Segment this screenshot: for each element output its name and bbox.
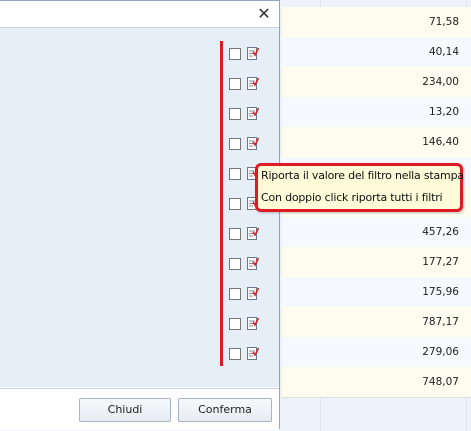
dialog-footer: Chiudi Conferma (0, 388, 279, 430)
print-filter-row (229, 316, 263, 332)
close-button[interactable]: Chiudi (79, 398, 171, 422)
print-filter-checkbox[interactable] (229, 288, 241, 300)
grid-cell-amount: 457,26 (422, 226, 459, 238)
grid-row[interactable]: 13,20 (282, 97, 471, 128)
report-document-icon[interactable] (247, 256, 259, 270)
grid-row[interactable]: 177,27 (282, 247, 471, 278)
close-icon[interactable]: ✕ (254, 4, 274, 24)
tooltip: Riporta il valore del filtro nella stamp… (255, 163, 464, 212)
print-filter-row (229, 76, 263, 92)
print-filter-checkbox[interactable] (229, 78, 241, 90)
print-filter-row (229, 286, 263, 302)
grid-row[interactable]: 279,06 (282, 337, 471, 368)
filter-dialog: ✕ Chiudi Conferma (0, 0, 280, 430)
grid-cell-amount: 787,17 (422, 316, 459, 328)
grid-row[interactable]: 146,40 (282, 127, 471, 158)
report-document-icon[interactable] (247, 316, 259, 330)
report-document-icon[interactable] (247, 76, 259, 90)
print-filter-row (229, 226, 263, 242)
report-document-icon[interactable] (247, 106, 259, 120)
print-filter-checkbox[interactable] (229, 138, 241, 150)
print-filter-checkbox[interactable] (229, 168, 241, 180)
grid-row[interactable]: 748,07 (282, 367, 471, 398)
grid-cell-amount: 177,27 (422, 256, 459, 268)
print-filter-checkbox[interactable] (229, 348, 241, 360)
print-filter-row (229, 136, 263, 152)
print-filter-checkbox[interactable] (229, 198, 241, 210)
print-filter-checkbox[interactable] (229, 48, 241, 60)
grid-row[interactable]: 40,14 (282, 37, 471, 68)
grid-cell-amount: 234,00 (422, 76, 459, 88)
grid-cell-amount: 279,06 (422, 346, 459, 358)
grid-row[interactable]: 234,00 (282, 67, 471, 98)
report-document-icon[interactable] (247, 136, 259, 150)
grid-row[interactable]: 457,26 (282, 217, 471, 248)
print-filter-row (229, 106, 263, 122)
grid-cell-amount: 71,58 (428, 16, 459, 28)
print-filter-checkbox[interactable] (229, 228, 241, 240)
grid-cell-amount: 175,96 (422, 286, 459, 298)
grid-cell-amount: 13,20 (428, 106, 459, 118)
highlight-marker-line (220, 41, 223, 366)
print-filter-row (229, 46, 263, 62)
print-filter-checkbox[interactable] (229, 108, 241, 120)
report-document-icon[interactable] (247, 346, 259, 360)
print-filter-row (229, 346, 263, 362)
print-filter-row (229, 256, 263, 272)
report-document-icon[interactable] (247, 46, 259, 60)
print-filter-checkbox[interactable] (229, 318, 241, 330)
tooltip-line-2: Con doppio click riporta tutti i filtri (261, 191, 443, 204)
tooltip-line-1: Riporta il valore del filtro nella stamp… (261, 169, 464, 182)
confirm-button[interactable]: Conferma (178, 398, 272, 422)
grid-row[interactable]: 175,96 (282, 277, 471, 308)
print-filter-checkbox[interactable] (229, 258, 241, 270)
grid-row[interactable]: 787,17 (282, 307, 471, 338)
report-document-icon[interactable] (247, 226, 259, 240)
grid-cell-amount: 40,14 (428, 46, 459, 58)
report-document-icon[interactable] (247, 286, 259, 300)
dialog-titlebar: ✕ (0, 1, 279, 28)
grid-cell-amount: 146,40 (422, 136, 459, 148)
grid-row[interactable]: 71,58 (282, 7, 471, 38)
grid-cell-amount: 748,07 (422, 376, 459, 388)
